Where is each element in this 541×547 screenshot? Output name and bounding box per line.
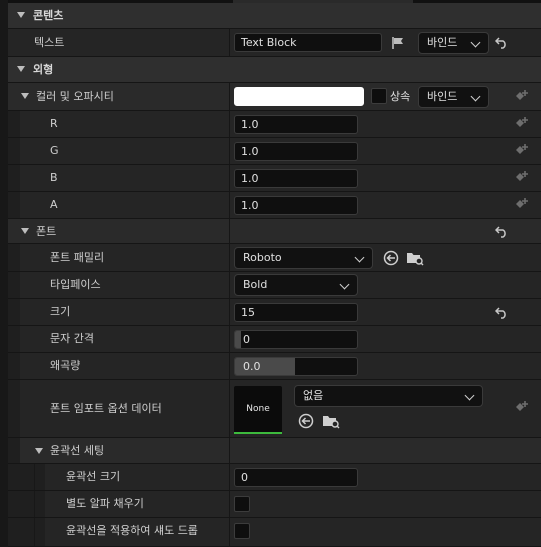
typeface-label: 타입페이스 [50,278,101,291]
add-keyframe-icon[interactable] [514,89,530,105]
expand-caret-icon[interactable] [35,448,43,454]
channel-label: B [50,171,58,184]
skew-label: 왜곡량 [50,359,81,372]
add-keyframe-icon[interactable] [514,116,530,132]
use-selected-asset-icon[interactable] [298,413,314,429]
reset-arrow-icon[interactable] [495,37,509,49]
channel-label: G [50,144,59,157]
chevron-down-icon [354,252,365,263]
chevron-down-icon [464,390,475,401]
chevron-down-icon [339,279,350,290]
property-row-color-opacity: 컬러 및 오파시티 상속 바인드 [8,83,541,111]
property-row-separate-alpha: 별도 알파 채우기 [8,491,541,518]
property-row-skew: 왜곡량 0.0 [8,353,541,380]
expand-caret-icon[interactable] [21,93,29,99]
typeface-value: Bold [243,278,268,291]
add-keyframe-icon[interactable] [514,143,530,159]
category-content[interactable]: 콘텐츠 [8,3,541,29]
bind-dropdown[interactable]: 바인드 [418,86,489,108]
add-keyframe-icon[interactable] [514,170,530,186]
font-label: 폰트 [36,225,57,238]
outline-size-label: 윤곽선 크기 [66,470,121,483]
typeface-dropdown[interactable]: Bold [234,274,358,296]
property-row-outline-size: 윤곽선 크기 0 [8,464,541,491]
channel-input[interactable]: 1.0 [234,115,358,134]
property-row-channel-g: G 1.0 [8,138,541,165]
property-row-outline-settings: 윤곽선 세팅 [8,438,541,464]
category-appearance[interactable]: 외형 [8,57,541,83]
letter-spacing-label: 문자 간격 [50,332,94,345]
outline-settings-label: 윤곽선 세팅 [50,444,105,457]
reset-arrow-icon[interactable] [495,226,509,238]
text-value-input[interactable]: Text Block [234,33,382,52]
chevron-down-icon [470,91,481,102]
browse-folder-icon[interactable] [406,250,424,266]
inherit-label: 상속 [390,90,411,103]
collapse-caret-icon[interactable] [17,66,25,72]
separate-alpha-label: 별도 알파 채우기 [66,497,144,510]
channel-input[interactable]: 1.0 [234,169,358,188]
font-family-dropdown[interactable]: Roboto [234,247,373,269]
apply-shadow-label: 윤곽선을 적용하여 섀도 드롭 [66,524,198,537]
asset-thumbnail-label: None [246,404,270,414]
expand-caret-icon[interactable] [21,228,29,234]
category-title: 외형 [33,63,54,76]
color-swatch[interactable] [234,87,364,106]
bind-label: 바인드 [427,90,458,103]
flag-icon[interactable] [391,36,405,50]
letter-spacing-slider[interactable]: 0 [234,330,358,349]
slider-fill [235,331,241,348]
category-title: 콘텐츠 [33,9,64,22]
font-family-value: Roboto [243,251,282,264]
asset-type-bar [234,432,282,434]
property-row-channel-b: B 1.0 [8,165,541,192]
property-row-size: 크기 15 [8,299,541,326]
letter-spacing-value: 0 [243,333,250,346]
channel-label: A [50,198,58,211]
property-row-font-family: 폰트 패밀리 Roboto [8,244,541,272]
property-row-font: 폰트 [8,219,541,244]
size-input[interactable]: 15 [234,303,358,322]
separate-alpha-checkbox[interactable] [234,496,250,512]
property-row-import-options: 폰트 임포트 옵션 데이터 None 없음 [8,380,541,438]
property-row-channel-r: R 1.0 [8,111,541,138]
add-keyframe-icon[interactable] [514,400,530,416]
reset-arrow-icon[interactable] [495,307,509,319]
property-row-letter-spacing: 문자 간격 0 [8,326,541,353]
text-label: 텍스트 [34,36,65,49]
channel-input[interactable]: 1.0 [234,142,358,161]
bind-dropdown[interactable]: 바인드 [418,32,489,54]
property-row-apply-shadow: 윤곽선을 적용하여 섀도 드롭 [8,518,541,547]
color-opacity-label: 컬러 및 오파시티 [36,90,114,103]
font-family-label: 폰트 패밀리 [50,251,105,264]
details-panel: 콘텐츠 텍스트 Text Block 바인드 외형 컬러 및 오파시티 상속 바… [0,0,541,547]
apply-shadow-checkbox[interactable] [234,523,250,539]
size-label: 크기 [50,305,71,318]
import-options-label: 폰트 임포트 옵션 데이터 [50,402,162,415]
property-row-channel-a: A 1.0 [8,192,541,219]
property-row-text: 텍스트 Text Block 바인드 [8,29,541,57]
bind-label: 바인드 [427,36,458,49]
channel-label: R [50,117,58,130]
property-row-typeface: 타입페이스 Bold [8,272,541,299]
collapse-caret-icon[interactable] [17,12,25,18]
inherit-checkbox[interactable] [371,88,387,104]
import-options-value: 없음 [303,389,324,402]
browse-folder-icon[interactable] [322,413,340,429]
skew-value: 0.0 [243,360,261,373]
add-keyframe-icon[interactable] [514,197,530,213]
outline-size-input[interactable]: 0 [234,468,358,487]
asset-thumbnail[interactable]: None [234,386,282,434]
skew-slider[interactable]: 0.0 [234,357,358,376]
use-selected-asset-icon[interactable] [383,250,399,266]
import-options-dropdown[interactable]: 없음 [294,385,483,407]
channel-input[interactable]: 1.0 [234,196,358,215]
chevron-down-icon [470,37,481,48]
